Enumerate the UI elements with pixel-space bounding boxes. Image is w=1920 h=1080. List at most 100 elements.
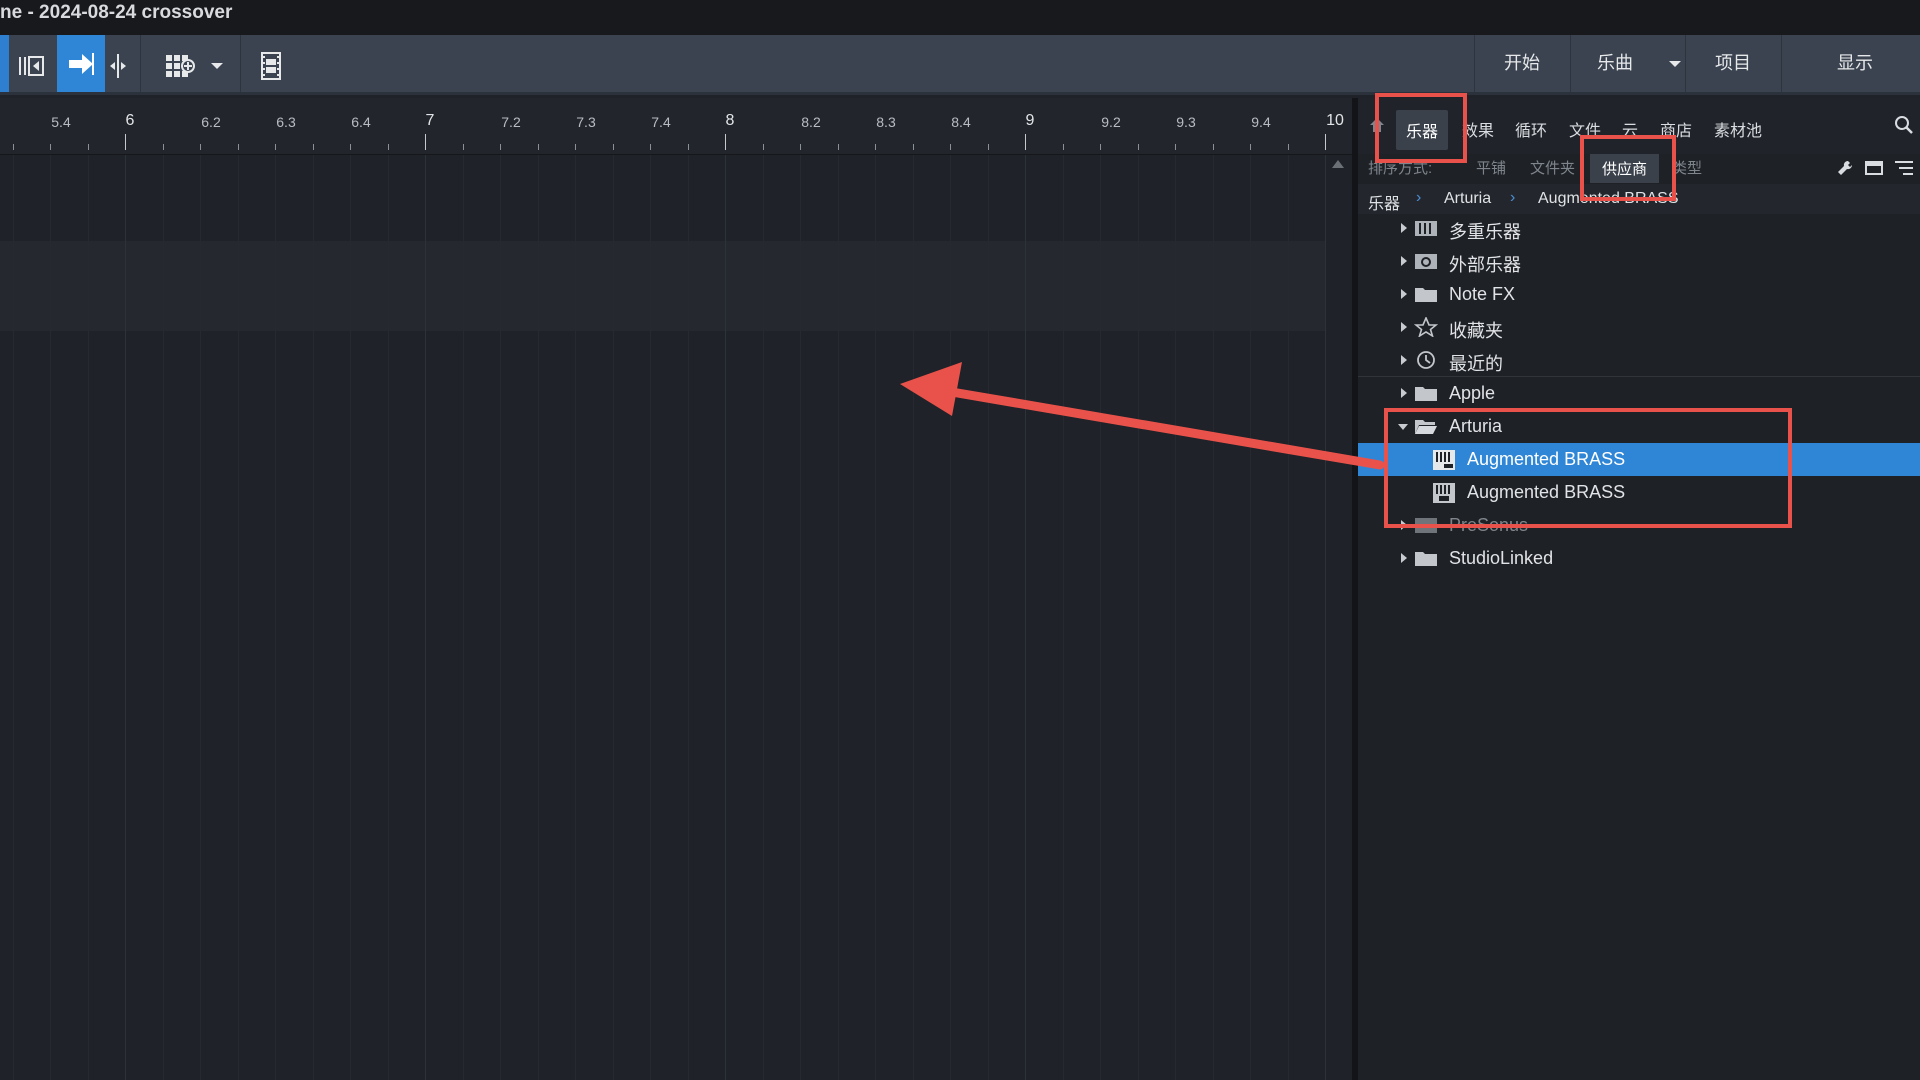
grid-line [838, 155, 839, 1080]
ruler-label: 6 [125, 112, 135, 129]
grid-line [163, 155, 164, 1080]
grid-line [313, 155, 314, 1080]
grid-line [913, 155, 914, 1080]
tree-folder-item[interactable]: Arturia [1358, 410, 1920, 443]
sort-option-folder[interactable]: 文件夹 [1530, 157, 1575, 178]
breadcrumb-arturia[interactable]: Arturia [1444, 190, 1491, 208]
ruler-tick [313, 144, 314, 150]
home-icon[interactable] [1367, 115, 1387, 135]
ruler-tick [538, 144, 539, 150]
nav-project-button[interactable]: 项目 [1686, 35, 1780, 92]
arrange-view[interactable] [0, 155, 1352, 1080]
expand-triangle-icon[interactable] [1401, 553, 1407, 563]
grid-line [1250, 155, 1251, 1080]
tree-item-label: Note FX [1449, 284, 1516, 304]
toolbar-accent [0, 35, 9, 92]
tree-item-label: 收藏夹 [1449, 321, 1503, 341]
plugin-item[interactable]: Augmented BRASS [1358, 443, 1920, 476]
folder-open-icon [1414, 416, 1438, 436]
nav-display-button[interactable]: 显示 [1806, 35, 1904, 92]
ruler-label: 10 [1326, 112, 1344, 129]
tree-folder-item[interactable]: Apple [1358, 377, 1920, 410]
vst-plugin-icon [1432, 449, 1456, 470]
ruler-tick [1288, 144, 1289, 150]
sort-option-type[interactable]: 类型 [1672, 157, 1702, 178]
breadcrumb-separator-icon: › [1416, 189, 1422, 206]
tab-files[interactable]: 文件 [1569, 117, 1601, 141]
ruler-label: 8 [725, 112, 735, 129]
window-icon[interactable] [1864, 159, 1884, 177]
grid-add-icon[interactable] [164, 49, 198, 83]
tree-folder-item[interactable]: 外部乐器 [1358, 245, 1920, 278]
ruler-tick [275, 144, 276, 150]
grid-line [725, 155, 726, 1080]
breadcrumb-augmented-brass[interactable]: Augmented BRASS [1538, 190, 1679, 208]
title-bar: ne - 2024-08-24 crossover [0, 0, 1920, 35]
scroll-up-icon[interactable] [1332, 160, 1344, 168]
tree-item-label: Apple [1449, 383, 1496, 403]
ruler-label: 8.4 [951, 114, 971, 130]
expand-triangle-icon[interactable] [1401, 256, 1407, 266]
dropdown-icon[interactable] [208, 49, 226, 83]
sort-option-flat[interactable]: 平铺 [1476, 157, 1506, 178]
ruler-tick [238, 144, 239, 150]
arrow-tool-button[interactable] [57, 35, 105, 92]
presonus-icon [1414, 515, 1438, 535]
ruler-tick [1175, 144, 1176, 150]
ruler-tick [575, 144, 576, 150]
split-tool-icon[interactable] [106, 49, 130, 83]
expand-triangle-icon[interactable] [1401, 388, 1407, 398]
tab-instruments[interactable]: 乐器 [1396, 110, 1449, 150]
expand-triangle-icon[interactable] [1401, 223, 1407, 233]
film-icon[interactable] [258, 49, 284, 83]
tree-folder-item[interactable]: StudioLinked [1358, 542, 1920, 575]
ruler-tick [125, 134, 126, 150]
tree-folder-item[interactable]: Note FX [1358, 278, 1920, 311]
tab-pool[interactable]: 素材池 [1714, 117, 1762, 141]
expand-triangle-icon[interactable] [1401, 289, 1407, 299]
ruler-label: 7.3 [576, 114, 596, 130]
ruler-tick [1025, 134, 1026, 150]
tab-cloud[interactable]: 云 [1622, 117, 1638, 141]
ruler-label: 6.2 [201, 114, 221, 130]
ruler-tick [875, 144, 876, 150]
timeline-ruler[interactable]: 5.4 6 6.2 6.3 6.4 7 7.2 7.3 7.4 8 8.2 8.3 8.4 9 9.2 9.3… [0, 98, 1352, 155]
sort-bar: 排序方式: 平铺 文件夹 供应商 类型 [1358, 154, 1920, 183]
tree-item-label: 最近的 [1449, 354, 1503, 374]
timeline-start-icon[interactable] [16, 49, 46, 83]
nav-start-button[interactable]: 开始 [1475, 35, 1569, 92]
sort-label: 排序方式: [1368, 160, 1433, 177]
grid-line [538, 155, 539, 1080]
ruler-tick [1100, 144, 1101, 150]
ruler-tick [988, 144, 989, 150]
nav-song-button[interactable]: 乐曲 [1571, 35, 1659, 92]
breadcrumb-instruments[interactable]: 乐器 [1368, 190, 1400, 214]
ruler-label: 8.3 [876, 114, 896, 130]
tab-effects[interactable]: 效果 [1462, 117, 1494, 141]
expand-triangle-icon[interactable] [1401, 322, 1407, 332]
search-icon[interactable] [1893, 114, 1915, 136]
tree-folder-item[interactable]: 多重乐器 [1358, 212, 1920, 245]
expand-triangle-icon[interactable] [1401, 355, 1407, 365]
tree-folder-item[interactable]: 收藏夹 [1358, 311, 1920, 344]
expand-triangle-icon[interactable] [1401, 520, 1407, 530]
toolbar-separator [240, 35, 241, 92]
tab-shop[interactable]: 商店 [1660, 117, 1692, 141]
clock-icon [1414, 350, 1438, 370]
star-icon [1413, 315, 1439, 338]
ruler-label: 8.2 [801, 114, 821, 130]
wrench-icon[interactable] [1835, 159, 1855, 177]
plugin-item[interactable]: Augmented BRASS [1358, 476, 1920, 509]
track-lane[interactable] [0, 241, 1326, 331]
tree-item-label: Augmented BRASS [1467, 449, 1626, 469]
sort-option-vendor[interactable]: 供应商 [1590, 154, 1660, 183]
grid-line [613, 155, 614, 1080]
tree-folder-item[interactable]: PreSonus [1358, 509, 1920, 542]
tree-folder-item[interactable]: 最近的 [1358, 344, 1920, 377]
grid-line [238, 155, 239, 1080]
tree-divider [1358, 376, 1920, 377]
tab-loops[interactable]: 循环 [1515, 117, 1547, 141]
grid-line [1325, 155, 1326, 1080]
list-view-icon[interactable] [1893, 159, 1915, 177]
tree-item-label: Arturia [1449, 416, 1503, 436]
